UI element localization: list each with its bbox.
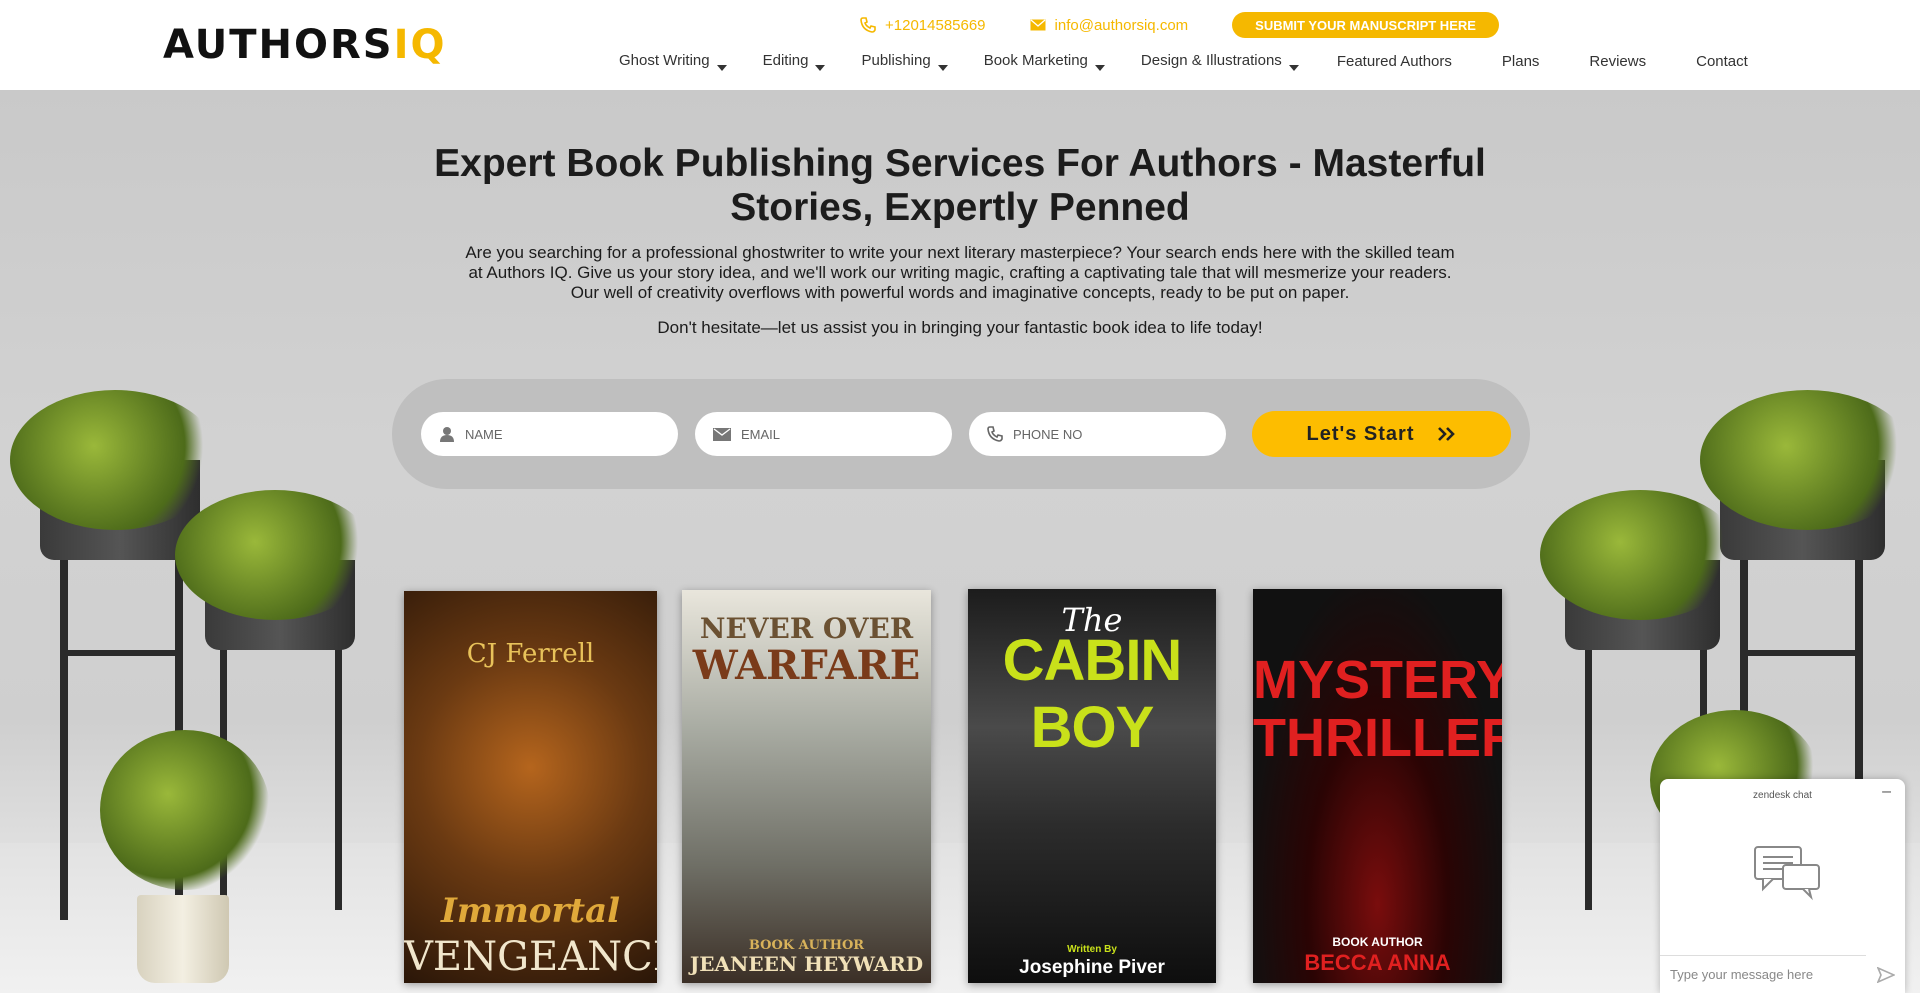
logo-text: AUTHORS: [163, 22, 394, 68]
book-cover-mystery-thriller[interactable]: MYSTERY THRILLER BOOK AUTHOR BECCA ANNA: [1253, 589, 1502, 983]
chat-widget: zendesk chat –: [1660, 779, 1905, 993]
caret-down-icon: [1288, 64, 1299, 71]
logo-accent-text: IQ: [393, 22, 447, 68]
book-title-line1: NEVER OVER: [699, 612, 914, 645]
email-address: info@authorsiq.com: [1054, 16, 1189, 34]
double-chevron-right-icon: [1437, 427, 1455, 441]
phone-icon: [987, 426, 1003, 442]
nav-label: Editing: [762, 51, 809, 69]
submit-manuscript-button[interactable]: SUBMIT YOUR MANUSCRIPT HERE: [1232, 12, 1499, 38]
name-input[interactable]: [465, 426, 655, 442]
nav-label: Design & Illustrations: [1140, 51, 1282, 69]
nav-label: Publishing: [861, 51, 931, 69]
logo[interactable]: AUTHORSIQ: [163, 22, 446, 68]
hero-title: Expert Book Publishing Services For Auth…: [434, 142, 1486, 229]
nav-design-illustrations[interactable]: Design & Illustrations: [1141, 52, 1299, 71]
book-cover-never-over-warfare[interactable]: NEVER OVER WARFARE BOOK AUTHOR JEANEEN H…: [682, 590, 931, 983]
nav-label: Plans: [1501, 52, 1540, 70]
book-author-caption: BOOK AUTHOR: [748, 938, 865, 953]
top-contact-bar: +12014585669 info@authorsiq.com SUBMIT Y…: [860, 12, 1499, 38]
nav-label: Contact: [1696, 52, 1748, 70]
mail-icon: [1030, 19, 1046, 31]
caret-down-icon: [716, 64, 727, 71]
phone-link[interactable]: +12014585669: [860, 17, 986, 34]
email-link[interactable]: info@authorsiq.com: [1030, 16, 1189, 34]
book-title-line1: Immortal: [440, 891, 621, 931]
chat-title: zendesk chat: [1753, 790, 1812, 801]
book-cover-immortal-vengeance[interactable]: CJ Ferrell Immortal VENGEANCE: [404, 591, 657, 983]
nav-book-marketing[interactable]: Book Marketing: [984, 52, 1105, 71]
book-author-name: JEANEEN HEYWARD: [689, 952, 924, 976]
phone-number: +12014585669: [885, 16, 986, 34]
envelope-icon: [713, 427, 731, 441]
nav-reviews[interactable]: Reviews: [1589, 53, 1646, 70]
lets-start-button[interactable]: Let's Start: [1252, 411, 1511, 457]
email-input[interactable]: [741, 426, 931, 442]
name-field[interactable]: [421, 412, 678, 456]
caret-down-icon: [937, 64, 948, 71]
chat-bubbles-icon: [1754, 846, 1820, 901]
lets-start-label: Let's Start: [1306, 422, 1415, 445]
nav-label: Reviews: [1589, 52, 1647, 70]
phone-icon: [860, 17, 876, 33]
caret-down-icon: [815, 64, 826, 71]
chat-message-input[interactable]: [1670, 967, 1860, 982]
email-field[interactable]: [695, 412, 952, 456]
book-title-line2: VENGEANCE: [404, 934, 657, 980]
hero-section: Expert Book Publishing Services For Auth…: [0, 90, 1920, 993]
nav-plans[interactable]: Plans: [1502, 53, 1540, 70]
nav-label: Featured Authors: [1336, 52, 1452, 70]
chat-input-area[interactable]: [1660, 955, 1866, 993]
phone-field[interactable]: [969, 412, 1226, 456]
floor-background: [0, 843, 1920, 993]
lead-form: Let's Start: [392, 379, 1530, 489]
hero-description: Are you searching for a professional gho…: [465, 243, 1455, 302]
book-title-line1: MYSTERY: [1253, 650, 1502, 710]
nav-featured-authors[interactable]: Featured Authors: [1337, 53, 1452, 70]
hero-cta-text: Don't hesitate—let us assist you in brin…: [657, 318, 1263, 337]
book-author-caption: Written By: [1067, 944, 1117, 955]
send-icon[interactable]: [1877, 967, 1895, 983]
nav-publishing[interactable]: Publishing: [861, 51, 948, 71]
book-title-line1: CABIN BOY: [1002, 628, 1183, 760]
book-title-line2: WARFARE: [692, 642, 921, 689]
nav-label: Book Marketing: [983, 51, 1088, 69]
book-author-name: BECCA ANNA: [1304, 950, 1451, 975]
chat-minimize-button[interactable]: –: [1882, 783, 1891, 801]
nav-editing[interactable]: Editing: [763, 52, 826, 71]
caret-down-icon: [1094, 64, 1105, 71]
book-title-line2: THRILLER: [1253, 708, 1502, 768]
nav-ghost-writing[interactable]: Ghost Writing: [619, 52, 727, 71]
nav-contact[interactable]: Contact: [1696, 53, 1748, 70]
site-header: AUTHORSIQ +12014585669 info@authorsiq.co…: [0, 0, 1920, 90]
book-author-caption: BOOK AUTHOR: [1332, 935, 1423, 949]
nav-label: Ghost Writing: [619, 51, 710, 69]
phone-input[interactable]: [1013, 426, 1203, 442]
main-nav: Ghost Writing Editing Publishing Book Ma…: [619, 50, 1748, 72]
book-author-top: CJ Ferrell: [466, 639, 595, 669]
book-cover-cabin-boy[interactable]: The CABIN BOY Written By Josephine Piver: [968, 589, 1216, 983]
user-icon: [440, 427, 454, 442]
book-author-name: Josephine Piver: [1019, 957, 1165, 978]
